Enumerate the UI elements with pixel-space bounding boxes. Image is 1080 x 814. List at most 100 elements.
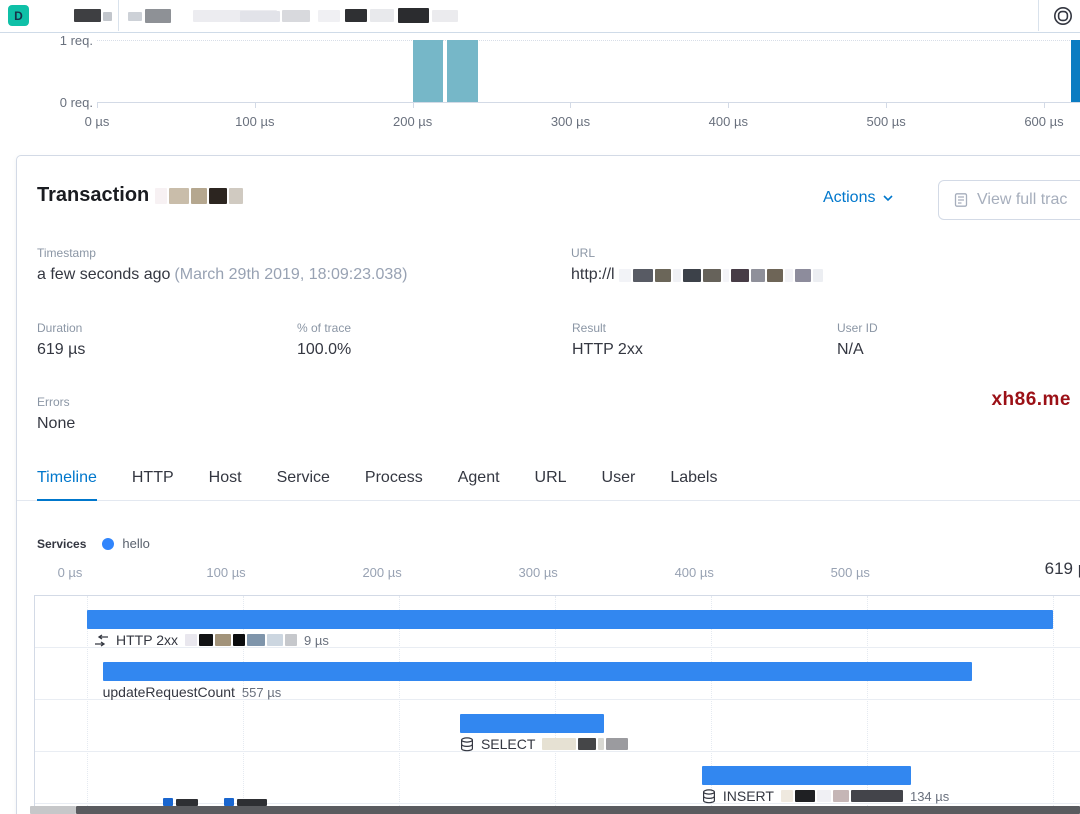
services-legend: Services hello [37, 536, 150, 551]
user-id-label: User ID [837, 321, 878, 335]
redacted-breadcrumb-block [103, 12, 112, 21]
duration-value: 619 µs [37, 341, 86, 358]
app-switcher-icon[interactable] [1051, 4, 1075, 28]
waterfall-row[interactable]: HTTP 2xx 9 µs [35, 596, 1080, 648]
redacted-breadcrumb-block [318, 10, 340, 22]
hist-axis-tick [570, 102, 572, 108]
hist-axis-tick-label: 500 µs [866, 114, 906, 129]
url-label: URL [571, 246, 596, 260]
transaction-bar[interactable] [87, 610, 1053, 629]
hist-y-min-label: 0 req. [59, 95, 93, 110]
response-time-histogram: 1 req. 0 req. 0 µs 100 µs 200 µs 300 µs 400 … [0, 32, 1080, 144]
pct-of-trace-field: % of trace 100.0% [297, 321, 351, 359]
pct-of-trace-label: % of trace [297, 321, 352, 335]
clipped-bottom-block [30, 806, 76, 814]
clipped-bottom-block [237, 799, 267, 806]
hist-axis-tick-label: 0 µs [84, 114, 110, 129]
span-name: HTTP 2xx [116, 632, 178, 648]
url-value: http://l [571, 266, 615, 283]
histogram-bucket-selected[interactable] [1070, 40, 1080, 102]
redacted-breadcrumb-block [398, 8, 429, 23]
tab-user[interactable]: User [602, 469, 636, 501]
waterfall-axis-tick-label: 400 µs [674, 565, 714, 580]
redacted-breadcrumb-block [74, 9, 101, 22]
redacted-breadcrumb-block [145, 9, 171, 23]
tab-service[interactable]: Service [277, 469, 330, 501]
url-field: URL http://l [571, 246, 823, 284]
histogram-bucket[interactable] [447, 40, 478, 102]
span-duration: 9 µs [303, 632, 329, 648]
redacted-breadcrumb-block [282, 10, 310, 22]
legend-dot-icon [102, 537, 115, 550]
span-bar[interactable] [102, 662, 972, 681]
top-navigation-bar: D [0, 0, 1080, 33]
span-duration: 134 µs [909, 788, 950, 804]
watermark: xh86.me [991, 389, 1071, 410]
histogram-bucket[interactable] [412, 40, 444, 102]
legend-service-name: hello [122, 536, 150, 551]
timestamp-field: Timestamp a few seconds ago (March 29th … [37, 246, 407, 284]
document-icon [954, 193, 968, 207]
topbar-divider [118, 0, 119, 31]
transaction-title: Transaction [37, 184, 244, 207]
redacted-breadcrumb-block [345, 9, 367, 22]
hist-axis-tick [97, 102, 98, 108]
chevron-down-icon [883, 195, 894, 202]
pct-of-trace-value: 100.0% [297, 341, 352, 358]
view-full-trace-label: View full trac [977, 191, 1068, 208]
tab-http[interactable]: HTTP [132, 469, 174, 501]
waterfall-row[interactable]: INSERT 134 µs [35, 752, 1080, 804]
tab-agent[interactable]: Agent [458, 469, 500, 501]
database-icon [702, 788, 716, 804]
legend-item-hello[interactable]: hello [102, 536, 150, 551]
redacted-span-detail [780, 790, 903, 802]
transaction-panel: Transaction Actions View full trac Times… [16, 155, 1080, 814]
errors-field: Errors None [37, 395, 75, 433]
redacted-span-detail [184, 634, 297, 646]
duration-field: Duration 619 µs [37, 321, 85, 359]
trace-waterfall: HTTP 2xx 9 µs updateRequestCount 557 µs SELE… [34, 595, 1080, 808]
waterfall-end-duration: 619 µs [1044, 559, 1080, 578]
app-logo[interactable]: D [8, 5, 29, 26]
span-duration: 557 µs [241, 684, 282, 700]
timestamp-detail: (March 29th 2019, 18:09:23.038) [174, 266, 408, 283]
tab-url[interactable]: URL [535, 469, 567, 501]
tab-labels[interactable]: Labels [670, 469, 717, 501]
view-full-trace-button[interactable]: View full trac [938, 180, 1080, 220]
span-bar[interactable] [701, 766, 911, 785]
errors-value: None [37, 415, 76, 432]
span-name: INSERT [722, 788, 774, 804]
redacted-url [618, 268, 823, 282]
result-value: HTTP 2xx [572, 341, 643, 358]
hist-axis-tick [254, 102, 256, 108]
hist-axis-tick-label: 600 µs [1024, 114, 1064, 129]
detail-tabs: Timeline HTTP Host Service Process Agent URL Us… [37, 469, 717, 501]
redacted-transaction-name [155, 187, 244, 204]
hist-axis-tick-label: 200 µs [393, 114, 433, 129]
waterfall-axis-tick-label: 0 µs [57, 565, 83, 580]
redacted-breadcrumb-block [432, 10, 458, 22]
waterfall-axis-tick-label: 100 µs [206, 565, 246, 580]
hist-x-axis [97, 102, 1080, 103]
hist-axis-tick [728, 102, 730, 108]
hist-axis-tick-label: 300 µs [550, 114, 591, 129]
services-legend-title: Services [37, 536, 87, 551]
redacted-breadcrumb-block [240, 11, 280, 22]
hist-axis-tick [1043, 102, 1045, 108]
result-label: Result [572, 321, 607, 335]
user-id-field: User ID N/A [837, 321, 878, 359]
timestamp-value: a few seconds ago [37, 266, 171, 283]
clipped-bottom-block [224, 798, 234, 806]
actions-menu-button[interactable]: Actions [823, 189, 895, 207]
span-name: SELECT [480, 736, 536, 752]
tab-process[interactable]: Process [365, 469, 423, 501]
span-bar[interactable] [459, 714, 604, 733]
database-icon [460, 736, 474, 752]
tab-timeline[interactable]: Timeline [37, 469, 97, 501]
hist-gridline [97, 40, 1080, 41]
tab-host[interactable]: Host [209, 469, 242, 501]
waterfall-row[interactable]: SELECT [35, 700, 1080, 752]
waterfall-axis-tick-label: 200 µs [362, 565, 402, 580]
waterfall-row[interactable]: updateRequestCount 557 µs [35, 648, 1080, 700]
hist-axis-tick [886, 102, 888, 108]
